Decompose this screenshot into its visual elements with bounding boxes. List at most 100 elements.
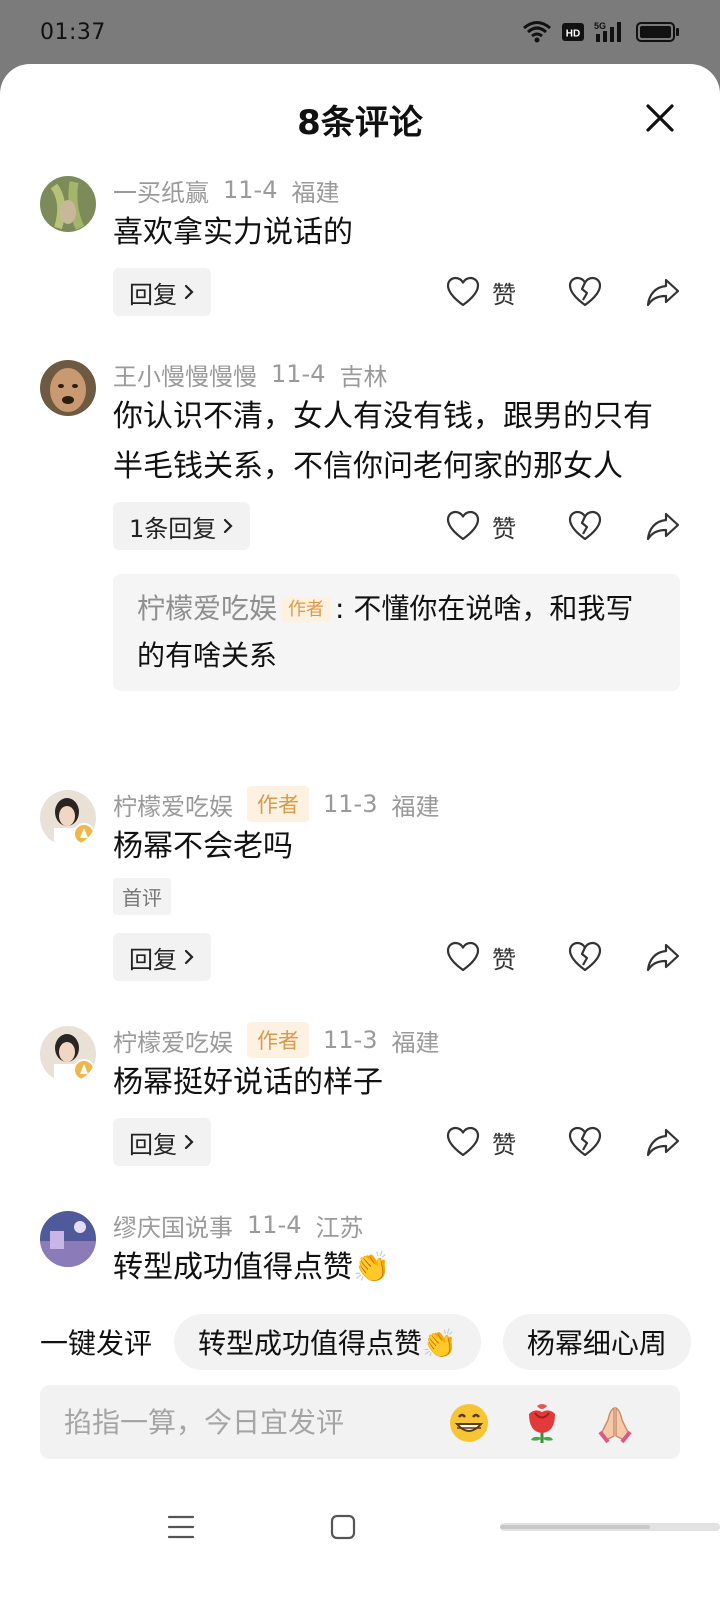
status-time: 01:37 (40, 19, 106, 45)
like-button[interactable]: 赞 (446, 940, 516, 975)
share-icon[interactable] (646, 511, 680, 541)
quick-comment-chip[interactable]: 杨幂细心周 (502, 1314, 691, 1370)
broken-heart-icon[interactable] (568, 276, 602, 308)
comment-username[interactable]: 柠檬爱吃娱 (113, 787, 233, 822)
like-label: 赞 (492, 1130, 516, 1159)
status-icons: HD 5G (522, 20, 680, 44)
comment-date: 11-4 (247, 1211, 302, 1239)
reply-label: 回复 (129, 945, 177, 974)
quick-comment-chip[interactable]: 转型成功值得点赞👏 (174, 1314, 481, 1370)
comment-date: 11-4 (223, 176, 278, 204)
comment-location: 江苏 (315, 1213, 364, 1242)
avatar[interactable] (40, 1026, 96, 1082)
right-actions: 赞 (446, 275, 680, 310)
comment-location: 吉林 (339, 362, 388, 391)
comment-username[interactable]: 柠檬爱吃娱 (113, 1023, 233, 1058)
share-icon[interactable] (646, 942, 680, 972)
comment-text: 杨幂不会老吗 (113, 829, 293, 864)
broken-heart-icon[interactable] (568, 510, 602, 542)
heart-icon (446, 1126, 480, 1157)
comment-input-bar (40, 1385, 680, 1459)
share-icon[interactable] (646, 277, 680, 307)
comment-item: 柠檬爱吃娱 作者 11-3 福建 杨幂不会老吗 首评 回复 赞 (0, 786, 720, 981)
battery-icon (636, 22, 679, 42)
comments-sheet: 8条评论 一买纸赢 11-4 福建 喜欢拿实力说话的 回复 赞 王小慢慢慢慢 1… (0, 64, 720, 1612)
comment-item: 柠檬爱吃娱 作者 11-3 福建 杨幂挺好说话的样子 回复 赞 (0, 1022, 720, 1166)
like-label: 赞 (492, 514, 516, 543)
grin-emoji-icon[interactable] (448, 1402, 490, 1444)
gesture-bar-icon[interactable] (500, 1520, 720, 1536)
heart-icon (446, 510, 480, 541)
comment-actions: 回复 赞 (113, 1118, 680, 1166)
quick-comment-row: 一键发评 转型成功值得点赞👏 杨幂细心周 (0, 1310, 720, 1374)
comment-username[interactable]: 一买纸赢 (113, 173, 209, 208)
heart-icon (446, 276, 480, 307)
author-tag: 作者 (247, 1022, 309, 1058)
reply-button[interactable]: 回复 (113, 268, 211, 316)
quick-comment-label: 一键发评 (40, 1327, 153, 1360)
status-bar: 01:37 HD 5G (0, 0, 720, 64)
comment-input[interactable] (64, 1405, 434, 1439)
comment-location: 福建 (291, 178, 340, 207)
like-button[interactable]: 赞 (446, 509, 516, 544)
comment-text: 杨幂挺好说话的样子 (113, 1065, 383, 1100)
avatar[interactable] (40, 790, 96, 846)
broken-heart-icon[interactable] (568, 941, 602, 973)
comment-date: 11-4 (271, 360, 326, 388)
view-replies-button[interactable]: 1条回复 (113, 502, 251, 550)
comment-meta: 缪庆国说事 11-4 江苏 (113, 1207, 680, 1243)
comment-username[interactable]: 缪庆国说事 (113, 1208, 233, 1243)
reply-label: 回复 (129, 1130, 177, 1159)
comment-actions: 回复 赞 (113, 933, 680, 981)
comment-location: 福建 (391, 1028, 440, 1057)
right-actions: 赞 (446, 940, 680, 975)
avatar[interactable] (40, 176, 96, 232)
share-icon[interactable] (646, 1127, 680, 1157)
reply-button[interactable]: 回复 (113, 933, 211, 981)
heart-icon (446, 941, 480, 972)
hd-label: HD (566, 29, 580, 40)
comment-item: 缪庆国说事 11-4 江苏 转型成功值得点赞👏 (0, 1207, 720, 1293)
broken-heart-icon[interactable] (568, 1126, 602, 1158)
comment-actions: 1条回复 赞 (113, 502, 680, 550)
pray-emoji-icon[interactable] (594, 1402, 636, 1444)
comment-item: 一买纸赢 11-4 福建 喜欢拿实力说话的 回复 赞 (0, 172, 720, 316)
like-button[interactable]: 赞 (446, 1125, 516, 1160)
sub-reply-username[interactable]: 柠檬爱吃娱 (137, 592, 277, 625)
comment-location: 福建 (391, 792, 440, 821)
comment-meta: 柠檬爱吃娱 作者 11-3 福建 (113, 786, 680, 822)
comment-meta: 一买纸赢 11-4 福建 (113, 172, 680, 208)
comment-text: 转型成功值得点赞👏 (113, 1250, 391, 1285)
close-icon[interactable] (640, 98, 680, 138)
menu-icon[interactable] (167, 1514, 195, 1540)
sheet-header: 8条评论 (0, 64, 720, 174)
comment-actions: 回复 赞 (113, 268, 680, 316)
like-button[interactable]: 赞 (446, 275, 516, 310)
rose-emoji-icon[interactable] (521, 1402, 563, 1444)
right-actions: 赞 (446, 1125, 680, 1160)
comment-date: 11-3 (323, 1026, 378, 1054)
first-comment-badge: 首评 (113, 878, 171, 915)
reply-label: 1条回复 (129, 514, 217, 543)
sheet-title: 8条评论 (297, 102, 423, 143)
like-label: 赞 (492, 280, 516, 309)
wifi-icon (523, 21, 551, 43)
author-tag: 作者 (281, 597, 332, 622)
reply-button[interactable]: 回复 (113, 1118, 211, 1166)
comment-meta: 柠檬爱吃娱 作者 11-3 福建 (113, 1022, 680, 1058)
chevron-right-icon (184, 1134, 194, 1150)
home-icon[interactable] (330, 1514, 356, 1540)
comment-meta: 王小慢慢慢慢 11-4 吉林 (113, 356, 680, 392)
avatar[interactable] (40, 1211, 96, 1267)
comment-item: 王小慢慢慢慢 11-4 吉林 你认识不清，女人有没有钱，跟男的只有半毛钱关系，不… (0, 356, 720, 691)
like-label: 赞 (492, 945, 516, 974)
comment-text: 喜欢拿实力说话的 (113, 215, 353, 250)
avatar[interactable] (40, 360, 96, 416)
sub-reply[interactable]: 柠檬爱吃娱 作者: 不懂你在说啥，和我写的有啥关系 (113, 574, 680, 691)
network-label: 5G (594, 21, 606, 31)
system-nav-bar (0, 1484, 720, 1574)
chevron-right-icon (184, 284, 194, 300)
comment-username[interactable]: 王小慢慢慢慢 (113, 357, 257, 392)
comment-date: 11-3 (323, 790, 378, 818)
reply-label: 回复 (129, 280, 177, 309)
